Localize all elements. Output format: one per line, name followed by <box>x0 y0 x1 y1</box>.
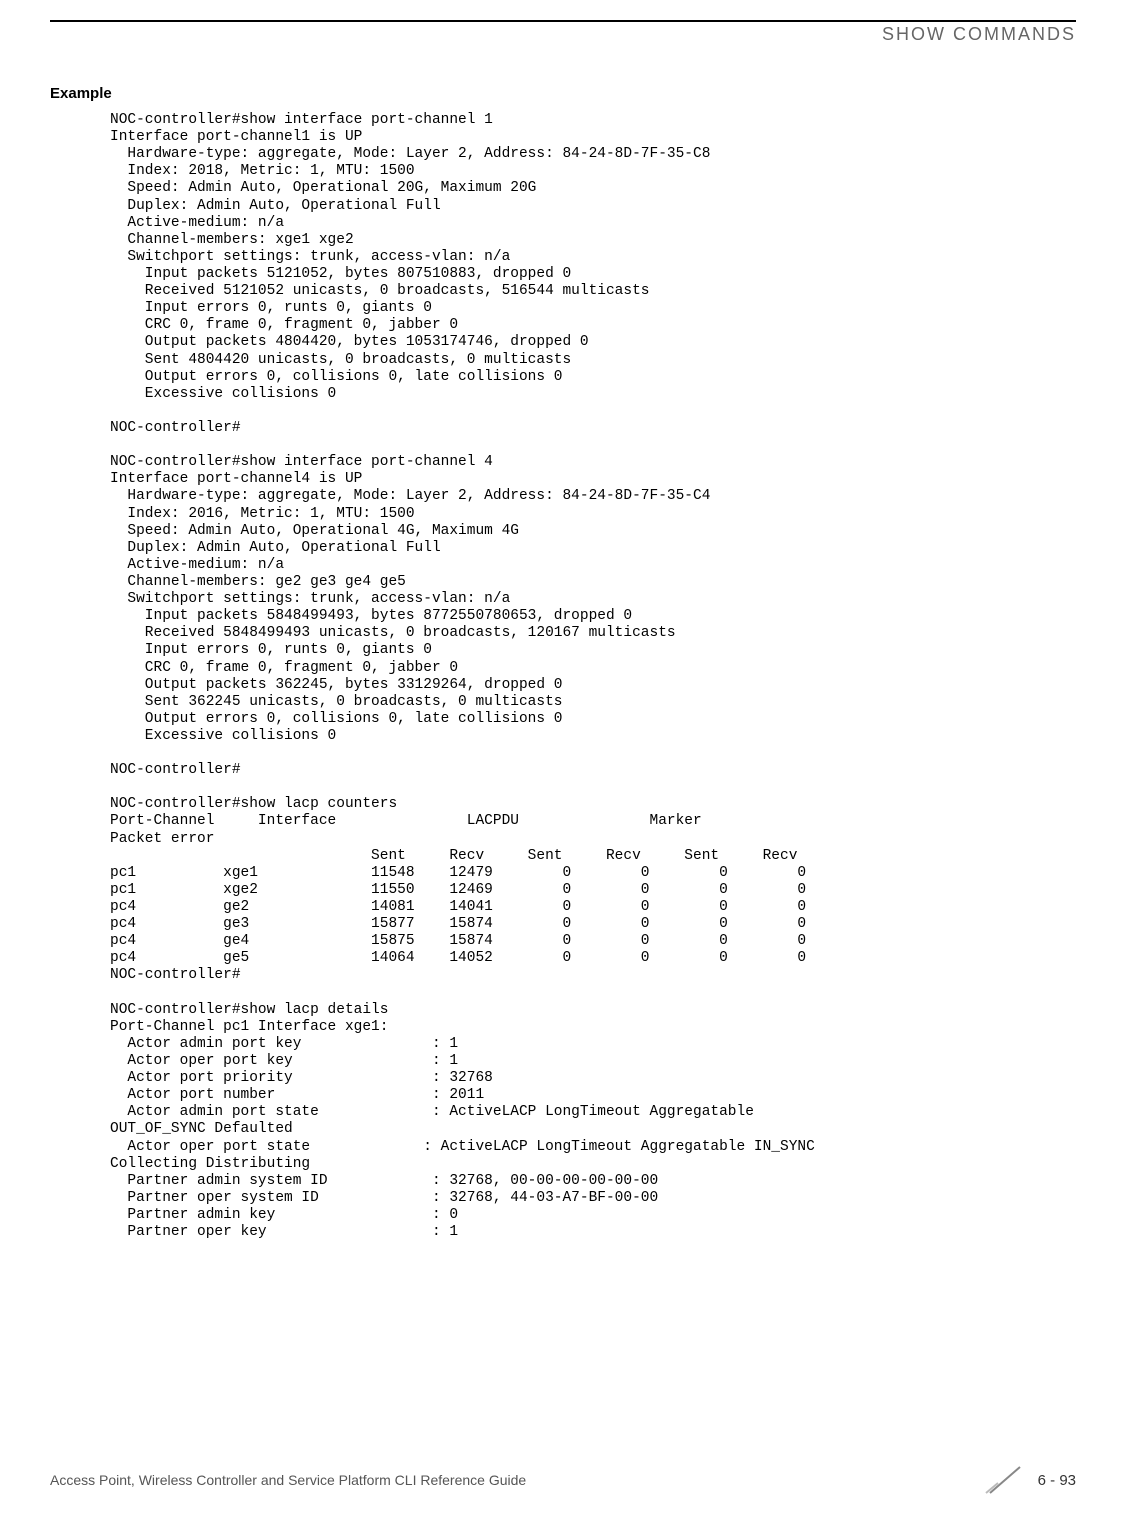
section-header: SHOW COMMANDS <box>50 24 1076 45</box>
footer-guide-title: Access Point, Wireless Controller and Se… <box>50 1472 526 1488</box>
page-footer: Access Point, Wireless Controller and Se… <box>0 1465 1126 1495</box>
cli-output-block: NOC-controller#show interface port-chann… <box>110 112 1076 1241</box>
page-number: 6 - 93 <box>1038 1472 1076 1489</box>
page-number-container: 6 - 93 <box>980 1465 1076 1495</box>
header-rule <box>50 20 1076 22</box>
example-heading: Example <box>50 85 1076 102</box>
slash-divider-icon <box>980 1465 1030 1495</box>
